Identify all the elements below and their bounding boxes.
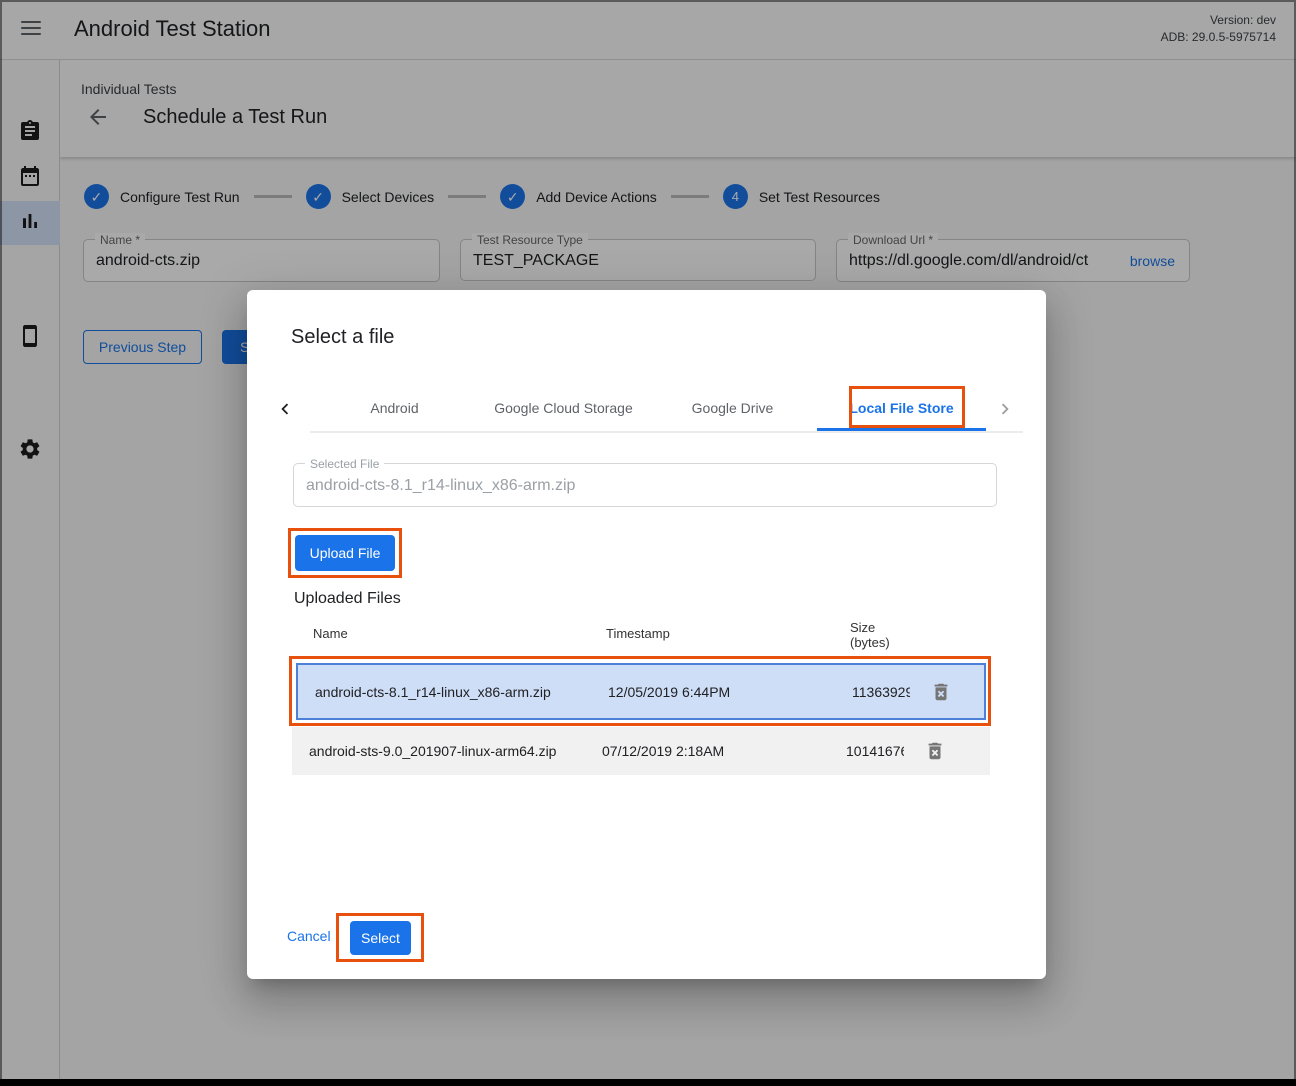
delete-file-button[interactable] (924, 740, 946, 762)
selected-file-value: android-cts-8.1_r14-linux_x86-arm.zip (306, 477, 988, 495)
tab-bar: Android Google Cloud Storage Google Driv… (310, 385, 1023, 433)
table-header: Name Timestamp Size (bytes) (296, 620, 986, 660)
timestamp-cell: 12/05/2019 6:44PM (608, 684, 730, 700)
selected-file-label: Selected File (305, 457, 384, 471)
file-name-cell: android-sts-9.0_201907-linux-arm64.zip (309, 743, 556, 759)
delete-file-button[interactable] (930, 681, 952, 703)
column-header-size-line2: (bytes) (850, 635, 890, 650)
trash-delete-icon (924, 740, 946, 762)
tab-google-drive[interactable]: Google Drive (648, 385, 817, 431)
file-name-cell: android-cts-8.1_r14-linux_x86-arm.zip (315, 684, 551, 700)
tab-local-file-store[interactable]: Local File Store (817, 385, 986, 431)
timestamp-cell: 07/12/2019 2:18AM (602, 743, 724, 759)
column-header-name: Name (313, 626, 348, 641)
tabs-scroll-left-button[interactable] (265, 385, 305, 433)
tab-google-cloud-storage[interactable]: Google Cloud Storage (479, 385, 648, 431)
tab-android[interactable]: Android (310, 385, 479, 431)
chevron-left-icon (274, 398, 296, 420)
chevron-right-icon (994, 398, 1016, 420)
size-cell: 113639298 (852, 684, 910, 700)
tabs-scroll-right-button[interactable] (985, 385, 1025, 433)
dialog-title: Select a file (291, 326, 394, 349)
column-header-size-line1: Size (850, 620, 890, 635)
trash-delete-icon (930, 681, 952, 703)
window-frame-bottom (0, 1079, 1296, 1086)
column-header-timestamp: Timestamp (606, 626, 670, 641)
select-button[interactable]: Select (350, 921, 411, 955)
table-row-selected[interactable]: android-cts-8.1_r14-linux_x86-arm.zip 12… (296, 663, 986, 720)
size-cell: 101416764 (846, 743, 904, 759)
table-row[interactable]: android-sts-9.0_201907-linux-arm64.zip 0… (292, 727, 990, 775)
column-header-size: Size (bytes) (850, 620, 890, 650)
cancel-button[interactable]: Cancel (287, 920, 331, 952)
uploaded-files-title: Uploaded Files (294, 590, 401, 608)
active-tab-ink-bar (817, 428, 986, 431)
selected-file-field[interactable]: Selected File android-cts-8.1_r14-linux_… (293, 463, 997, 507)
select-file-dialog: Select a file Android Google Cloud Stora… (247, 290, 1046, 979)
upload-file-button[interactable]: Upload File (295, 535, 395, 571)
